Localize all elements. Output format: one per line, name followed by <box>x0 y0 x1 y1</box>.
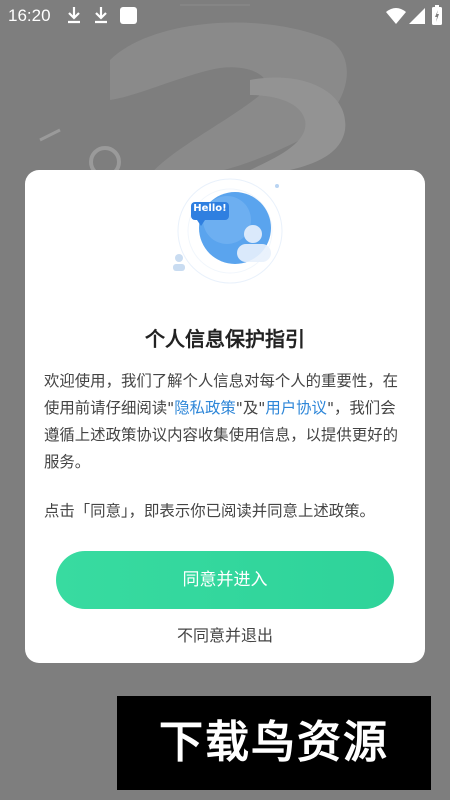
body-text-part2: "及" <box>235 399 266 417</box>
dialog-body: 欢迎使用，我们了解个人信息对每个人的重要性，在使用前请仔细阅读"隐私政策"及"用… <box>44 368 410 525</box>
consent-paragraph: 点击「同意」，即表示你已阅读并同意上述政策。 <box>44 502 375 520</box>
dialog-title: 个人信息保护指引 <box>145 327 305 351</box>
status-bar: 16:20 <box>0 0 450 32</box>
policy-paragraph: 欢迎使用，我们了解个人信息对每个人的重要性，在使用前请仔细阅读"隐私政策"及"用… <box>44 368 410 476</box>
watermark-logo: 下载鸟资源 <box>117 696 431 790</box>
user-agreement-link[interactable]: 用户协议 <box>265 399 327 417</box>
signal-icon <box>409 8 425 24</box>
status-time: 16:20 <box>8 6 51 25</box>
hello-bubble-text: Hello! <box>193 203 227 214</box>
battery-charging-icon <box>432 5 442 25</box>
wifi-icon <box>386 8 406 24</box>
privacy-policy-link[interactable]: 隐私政策 <box>174 399 236 417</box>
disagree-exit-button[interactable]: 不同意并退出 <box>25 622 425 646</box>
download-icon <box>95 7 107 24</box>
notification-square-icon <box>120 7 137 24</box>
agree-enter-button[interactable]: 同意并进入 <box>56 551 394 609</box>
globe-chat-illustration <box>173 178 283 284</box>
privacy-dialog: Hello! 个人信息保护指引 欢迎使用，我们了解个人信息对每个人的重要性，在使… <box>25 170 425 663</box>
download-icon <box>68 7 80 24</box>
